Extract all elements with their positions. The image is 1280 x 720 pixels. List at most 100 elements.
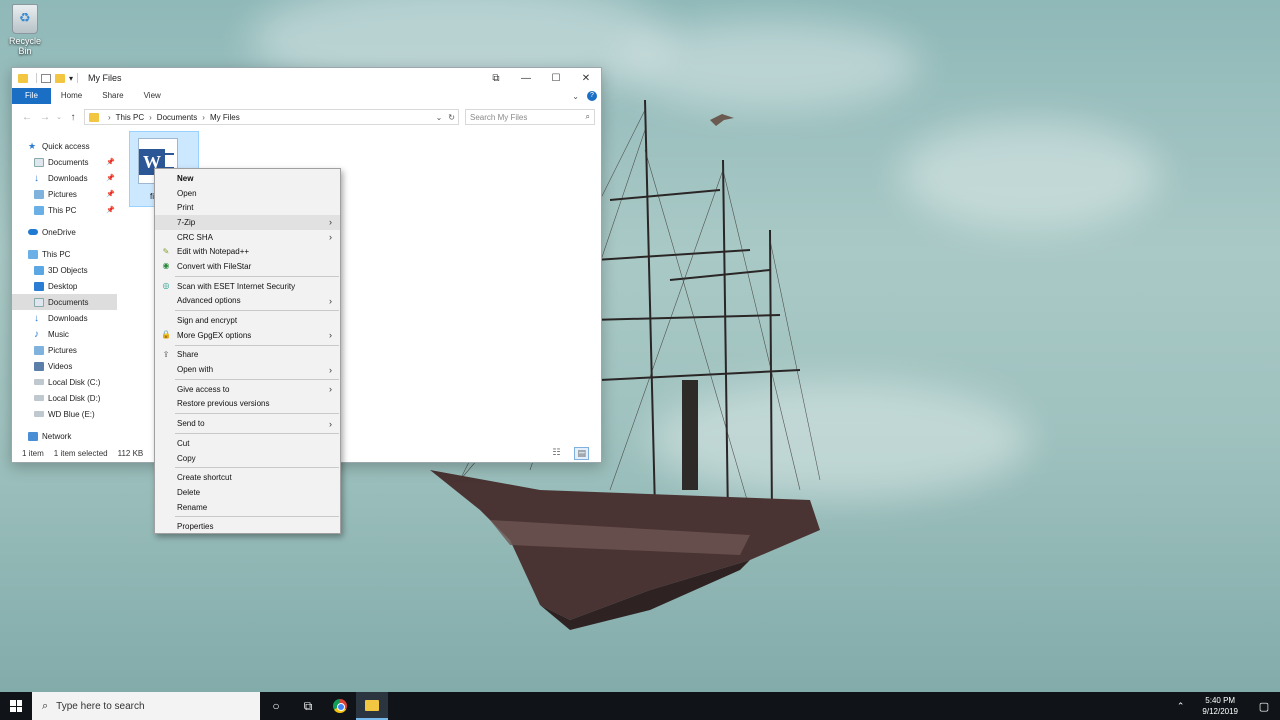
nav-videos[interactable]: Videos bbox=[12, 358, 117, 374]
close-button[interactable]: ✕ bbox=[571, 73, 601, 84]
doc-lines bbox=[164, 153, 174, 169]
clock[interactable]: 5:40 PM 9/12/2019 bbox=[1192, 695, 1248, 717]
folder-icon bbox=[89, 112, 99, 122]
snap-icon[interactable]: ⧉ bbox=[481, 73, 511, 84]
back-arrow-icon[interactable]: ← bbox=[18, 112, 36, 123]
forward-arrow-icon[interactable]: → bbox=[36, 112, 54, 123]
menu-item-filestar[interactable]: ◉ Convert with FileStar bbox=[155, 259, 340, 274]
nav-this-pc[interactable]: This PC bbox=[12, 246, 117, 262]
task-view-icon[interactable]: ⧉ bbox=[292, 692, 324, 720]
menu-item-eset-scan[interactable]: ◎ Scan with ESET Internet Security bbox=[155, 279, 340, 294]
refresh-icon[interactable]: ↻ bbox=[448, 113, 455, 122]
nav-desktop[interactable]: Desktop bbox=[12, 278, 117, 294]
start-button[interactable] bbox=[0, 692, 32, 720]
nav-music[interactable]: ♪ Music bbox=[12, 326, 117, 342]
menu-item-crc-sha[interactable]: CRC SHA › bbox=[155, 230, 340, 245]
tab-file[interactable]: File bbox=[12, 88, 51, 104]
address-bar[interactable]: › This PC › Documents › My Files ⌄ ↻ bbox=[84, 109, 459, 125]
chevron-down-icon[interactable]: ⌄ bbox=[436, 113, 443, 122]
new-folder-icon[interactable] bbox=[55, 73, 65, 83]
menu-label: CRC SHA bbox=[177, 232, 214, 242]
up-arrow-icon[interactable]: ↑ bbox=[64, 112, 82, 123]
nav-onedrive[interactable]: OneDrive bbox=[12, 224, 117, 240]
chevron-right-icon: › bbox=[329, 418, 332, 429]
chevron-right-icon[interactable]: › bbox=[149, 113, 152, 122]
nav-pictures[interactable]: Pictures bbox=[12, 342, 117, 358]
cloud-icon bbox=[28, 229, 38, 235]
details-view-icon[interactable]: ☷ bbox=[552, 447, 560, 460]
menu-item-properties[interactable]: Properties bbox=[155, 519, 340, 534]
menu-separator bbox=[175, 344, 339, 346]
breadcrumb-this-pc[interactable]: This PC bbox=[116, 113, 144, 122]
menu-item-notepad[interactable]: ✎ Edit with Notepad++ bbox=[155, 244, 340, 259]
menu-item-print[interactable]: Print bbox=[155, 200, 340, 215]
taskbar-search-input[interactable]: ⌕ Type here to search bbox=[32, 692, 260, 720]
menu-item-sign-encrypt[interactable]: Sign and encrypt bbox=[155, 313, 340, 328]
menu-label: Rename bbox=[177, 502, 208, 512]
menu-item-gpgex[interactable]: 🔒 More GpgEX options › bbox=[155, 328, 340, 343]
chrome-taskbar-button[interactable] bbox=[324, 692, 356, 720]
breadcrumb-documents[interactable]: Documents bbox=[157, 113, 197, 122]
drive-icon bbox=[34, 395, 44, 401]
menu-item-give-access[interactable]: Give access to › bbox=[155, 382, 340, 397]
help-icon[interactable]: ? bbox=[587, 91, 597, 101]
tab-share[interactable]: Share bbox=[92, 88, 133, 104]
recycle-bin-icon[interactable]: Recycle Bin bbox=[4, 4, 46, 56]
minimize-button[interactable]: — bbox=[511, 73, 541, 84]
menu-item-open-with[interactable]: Open with › bbox=[155, 362, 340, 377]
address-actions: ⌄ ↻ bbox=[436, 113, 458, 122]
documents-icon bbox=[34, 297, 44, 307]
menu-item-create-shortcut[interactable]: Create shortcut bbox=[155, 470, 340, 485]
title-bar[interactable]: ▾ My Files ⧉ — ☐ ✕ bbox=[12, 68, 601, 88]
properties-icon[interactable] bbox=[41, 73, 51, 83]
breadcrumb-my-files[interactable]: My Files bbox=[210, 113, 240, 122]
nav-3d-objects[interactable]: 3D Objects bbox=[12, 262, 117, 278]
nav-quick-downloads[interactable]: ↓ Downloads 📌 bbox=[12, 170, 117, 186]
nav-downloads[interactable]: ↓ Downloads bbox=[12, 310, 117, 326]
menu-item-restore-versions[interactable]: Restore previous versions bbox=[155, 397, 340, 412]
customize-quick-access-icon[interactable]: ▾ bbox=[69, 74, 73, 83]
menu-item-7zip[interactable]: 7-Zip › bbox=[155, 215, 340, 230]
notifications-icon[interactable]: ▢ bbox=[1248, 700, 1280, 713]
menu-item-new[interactable]: New bbox=[155, 171, 340, 186]
maximize-button[interactable]: ☐ bbox=[541, 73, 571, 84]
taskbar-search-placeholder: Type here to search bbox=[56, 700, 145, 712]
nav-local-disk-c[interactable]: Local Disk (C:) bbox=[12, 374, 117, 390]
nav-quick-pictures[interactable]: Pictures 📌 bbox=[12, 186, 117, 202]
search-input[interactable]: Search My Files ⌕ bbox=[465, 109, 595, 125]
menu-item-send-to[interactable]: Send to › bbox=[155, 416, 340, 431]
expand-ribbon-icon[interactable]: ⌄ bbox=[572, 92, 579, 101]
search-placeholder: Search My Files bbox=[470, 112, 528, 122]
menu-label: Give access to bbox=[177, 384, 230, 394]
recent-locations-icon[interactable]: ⌄ bbox=[54, 113, 64, 121]
menu-item-rename[interactable]: Rename bbox=[155, 500, 340, 515]
nav-label: 3D Objects bbox=[48, 265, 88, 275]
menu-item-delete[interactable]: Delete bbox=[155, 485, 340, 500]
file-explorer-taskbar-button[interactable] bbox=[356, 692, 388, 720]
large-icons-view-icon[interactable]: ▤ bbox=[574, 446, 589, 460]
chevron-up-icon[interactable]: ⌃ bbox=[1169, 701, 1193, 712]
nav-wd-blue-e[interactable]: WD Blue (E:) bbox=[12, 406, 117, 422]
menu-item-copy[interactable]: Copy bbox=[155, 451, 340, 466]
menu-item-cut[interactable]: Cut bbox=[155, 436, 340, 451]
menu-separator bbox=[175, 516, 339, 518]
navigation-pane: ★ Quick access Documents 📌 ↓ Downloads 📌… bbox=[12, 138, 117, 448]
tab-home[interactable]: Home bbox=[51, 88, 92, 104]
cube-icon bbox=[34, 265, 44, 275]
cortana-icon[interactable]: ○ bbox=[260, 692, 292, 720]
eset-icon: ◎ bbox=[162, 281, 170, 291]
tab-view[interactable]: View bbox=[134, 88, 171, 104]
menu-item-share[interactable]: ⇪ Share bbox=[155, 348, 340, 363]
chevron-right-icon[interactable]: › bbox=[202, 113, 205, 122]
nav-local-disk-d[interactable]: Local Disk (D:) bbox=[12, 390, 117, 406]
nav-network[interactable]: Network bbox=[12, 428, 117, 444]
nav-documents[interactable]: Documents bbox=[12, 294, 117, 310]
nav-quick-documents[interactable]: Documents 📌 bbox=[12, 154, 117, 170]
menu-item-open[interactable]: Open bbox=[155, 186, 340, 201]
nav-quick-this-pc[interactable]: This PC 📌 bbox=[12, 202, 117, 218]
downloads-icon: ↓ bbox=[34, 312, 39, 324]
chevron-right-icon[interactable]: › bbox=[108, 113, 111, 122]
divider bbox=[77, 73, 79, 83]
menu-item-advanced-options[interactable]: Advanced options › bbox=[155, 294, 340, 309]
nav-quick-access[interactable]: ★ Quick access bbox=[12, 138, 117, 154]
